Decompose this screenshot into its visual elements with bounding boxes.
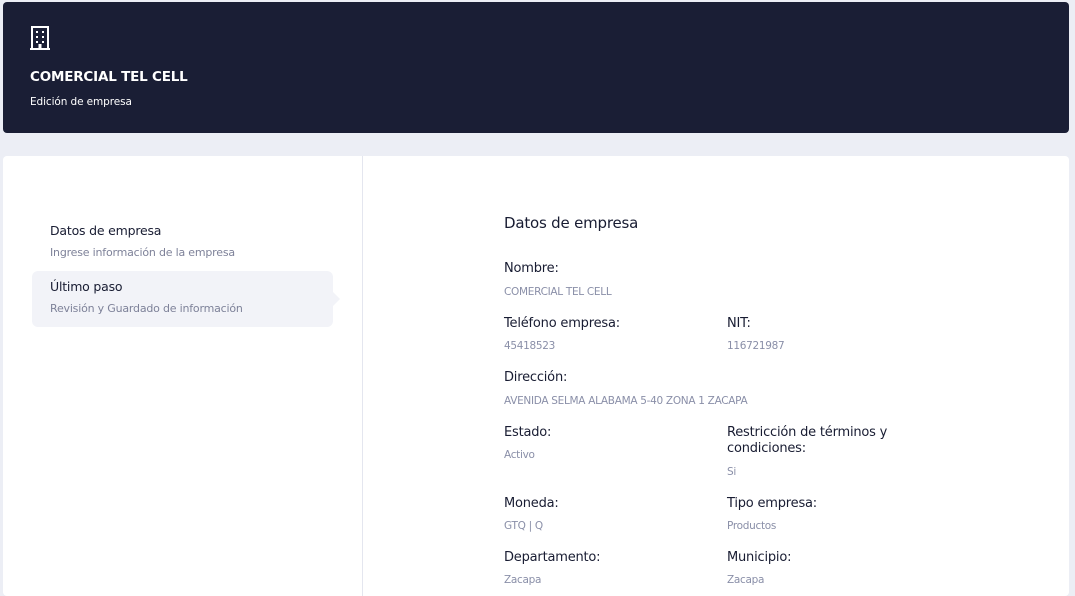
telefono-value: 45418523 <box>504 340 556 352</box>
restriccion-label-line2: condiciones: <box>727 441 806 456</box>
tipo-value: Productos <box>727 520 777 532</box>
departamento-label: Departamento: <box>504 550 601 565</box>
restriccion-value: Si <box>727 466 736 478</box>
moneda-label: Moneda: <box>504 496 559 511</box>
step-title: Último paso <box>50 279 123 294</box>
nombre-label: Nombre: <box>504 261 559 276</box>
nombre-value: COMERCIAL TEL CELL <box>504 286 612 298</box>
building-icon <box>30 26 50 50</box>
step-description: Ingrese información de la empresa <box>50 246 235 259</box>
page-subtitle: Edición de empresa <box>30 96 132 108</box>
section-title: Datos de empresa <box>504 214 639 232</box>
card-divider <box>362 156 363 596</box>
municipio-value: Zacapa <box>727 574 765 586</box>
estado-value: Activo <box>504 449 535 461</box>
municipio-label: Municipio: <box>727 550 792 565</box>
direccion-label: Dirección: <box>504 370 568 385</box>
edit-company-card: Datos de empresa Ingrese información de … <box>3 156 1069 596</box>
step-final[interactable]: Último paso Revisión y Guardado de infor… <box>32 271 340 327</box>
company-title: COMERCIAL TEL CELL <box>30 69 188 85</box>
page-header: COMERCIAL TEL CELL Edición de empresa <box>3 2 1069 133</box>
nit-label: NIT: <box>727 316 751 331</box>
step-description: Revisión y Guardado de información <box>50 302 243 315</box>
step-company-data[interactable]: Datos de empresa Ingrese información de … <box>32 215 333 271</box>
telefono-label: Teléfono empresa: <box>504 316 620 331</box>
moneda-value: GTQ | Q <box>504 520 543 532</box>
tipo-label: Tipo empresa: <box>727 496 817 511</box>
nit-value: 116721987 <box>727 340 785 352</box>
estado-label: Estado: <box>504 425 552 440</box>
departamento-value: Zacapa <box>504 574 542 586</box>
step-title: Datos de empresa <box>50 223 162 238</box>
restriccion-label-line1: Restricción de términos y <box>727 425 888 440</box>
direccion-value: AVENIDA SELMA ALABAMA 5-40 ZONA 1 ZACAPA <box>504 395 748 407</box>
